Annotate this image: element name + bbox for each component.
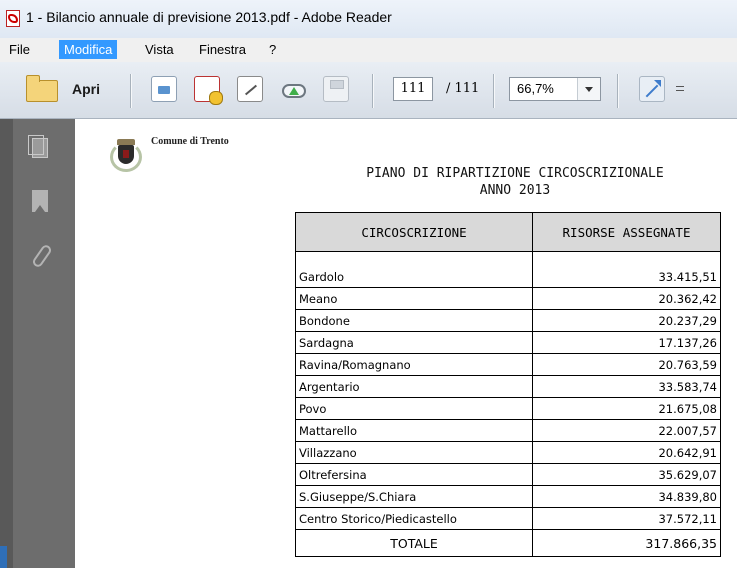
table-spacer <box>295 251 721 266</box>
district-name: S.Giuseppe/S.Chiara <box>295 485 533 508</box>
menu-finestra[interactable]: Finestra <box>194 40 251 59</box>
save-icon[interactable] <box>323 76 349 102</box>
table-row: Argentario 33.583,74 <box>295 375 721 398</box>
pages-icon[interactable] <box>28 135 48 158</box>
district-name: Gardolo <box>295 266 533 288</box>
document-title: PIANO DI RIPARTIZIONE CIRCOSCRIZIONALE <box>366 166 664 181</box>
chevron-down-icon[interactable] <box>577 78 600 100</box>
allocated-amount: 34.839,80 <box>532 485 721 508</box>
toolbar-divider <box>493 74 494 108</box>
table-row: Povo 21.675,08 <box>295 397 721 420</box>
table-row: Ravina/Romagnano 20.763,59 <box>295 353 721 376</box>
district-name: Mattarello <box>295 419 533 442</box>
allocation-table: CIRCOSCRIZIONE RISORSE ASSEGNATE Gardolo… <box>295 212 721 557</box>
menu-vista[interactable]: Vista <box>140 40 179 59</box>
total-row: TOTALE 317.866,35 <box>295 529 721 557</box>
table-row: Gardolo 33.415,51 <box>295 266 721 288</box>
table-header: CIRCOSCRIZIONE RISORSE ASSEGNATE <box>295 212 721 252</box>
menu-modifica[interactable]: Modifica <box>59 40 118 59</box>
allocated-amount: 20.237,29 <box>532 309 721 332</box>
table-row: Centro Storico/Piedicastello 37.572,11 <box>295 507 721 530</box>
district-name: Centro Storico/Piedicastello <box>295 507 533 530</box>
allocated-amount: 33.415,51 <box>532 266 721 288</box>
toolbar: Apri 111 / 111 66,7% <box>0 62 737 119</box>
create-pdf-icon[interactable] <box>194 76 223 105</box>
allocated-amount: 22.007,57 <box>532 419 721 442</box>
menu-file[interactable]: File <box>4 40 35 59</box>
allocated-amount: 37.572,11 <box>532 507 721 530</box>
coat-of-arms-logo <box>106 136 146 176</box>
allocated-amount: 17.137,26 <box>532 331 721 354</box>
district-name: Argentario <box>295 375 533 398</box>
fullscreen-icon[interactable] <box>639 76 665 102</box>
table-row: Oltrefersina 35.629,07 <box>295 463 721 486</box>
allocated-amount: 20.763,59 <box>532 353 721 376</box>
allocated-amount: 33.583,74 <box>532 375 721 398</box>
allocated-amount: 21.675,08 <box>532 397 721 420</box>
zoom-value: 66,7% <box>517 81 554 96</box>
district-name: Meano <box>295 287 533 310</box>
page-number-input[interactable]: 111 <box>393 77 433 101</box>
open-button[interactable]: Apri <box>72 81 100 97</box>
title-bar: 1 - Bilancio annuale di previsione 2013.… <box>0 0 737 38</box>
menu-help[interactable]: ? <box>264 40 281 59</box>
document-title-block: PIANO DI RIPARTIZIONE CIRCOSCRIZIONALE A… <box>290 165 737 199</box>
column-header: CIRCOSCRIZIONE <box>295 212 533 252</box>
toolbar-divider <box>372 74 373 108</box>
sign-icon[interactable] <box>237 76 263 102</box>
menu-bar: File Modifica Vista Finestra ? <box>0 38 737 63</box>
table-row: Mattarello 22.007,57 <box>295 419 721 442</box>
table-row: Villazzano 20.642,91 <box>295 441 721 464</box>
taskbar-edge <box>0 546 7 568</box>
page-total: / 111 <box>446 81 480 96</box>
document-header: Comune di Trento <box>151 136 229 147</box>
open-folder-icon[interactable] <box>26 75 58 102</box>
table-row: Sardagna 17.137,26 <box>295 331 721 354</box>
table-row: S.Giuseppe/S.Chiara 34.839,80 <box>295 485 721 508</box>
toolbar-menu-icon[interactable] <box>675 86 685 92</box>
district-name: Ravina/Romagnano <box>295 353 533 376</box>
table-row: Meano 20.362,42 <box>295 287 721 310</box>
district-name: Sardagna <box>295 331 533 354</box>
toolbar-divider <box>130 74 131 108</box>
upload-cloud-icon[interactable] <box>280 76 306 102</box>
column-header: RISORSE ASSEGNATE <box>532 212 721 252</box>
allocated-amount: 20.642,91 <box>532 441 721 464</box>
allocated-amount: 35.629,07 <box>532 463 721 486</box>
total-label: TOTALE <box>295 529 533 557</box>
allocated-amount: 20.362,42 <box>532 287 721 310</box>
district-name: Povo <box>295 397 533 420</box>
document-subtitle: ANNO 2013 <box>479 183 551 198</box>
window-title: 1 - Bilancio annuale di previsione 2013.… <box>26 9 392 25</box>
district-name: Villazzano <box>295 441 533 464</box>
district-name: Oltrefersina <box>295 463 533 486</box>
toolbar-divider <box>617 74 618 108</box>
table-row: Bondone 20.237,29 <box>295 309 721 332</box>
navigation-pane-edge <box>0 119 13 568</box>
district-name: Bondone <box>295 309 533 332</box>
export-icon[interactable] <box>151 76 177 102</box>
zoom-select[interactable]: 66,7% <box>509 77 601 101</box>
total-amount: 317.866,35 <box>532 529 721 557</box>
pdf-file-icon <box>6 10 20 27</box>
bookmark-icon[interactable] <box>32 190 48 212</box>
